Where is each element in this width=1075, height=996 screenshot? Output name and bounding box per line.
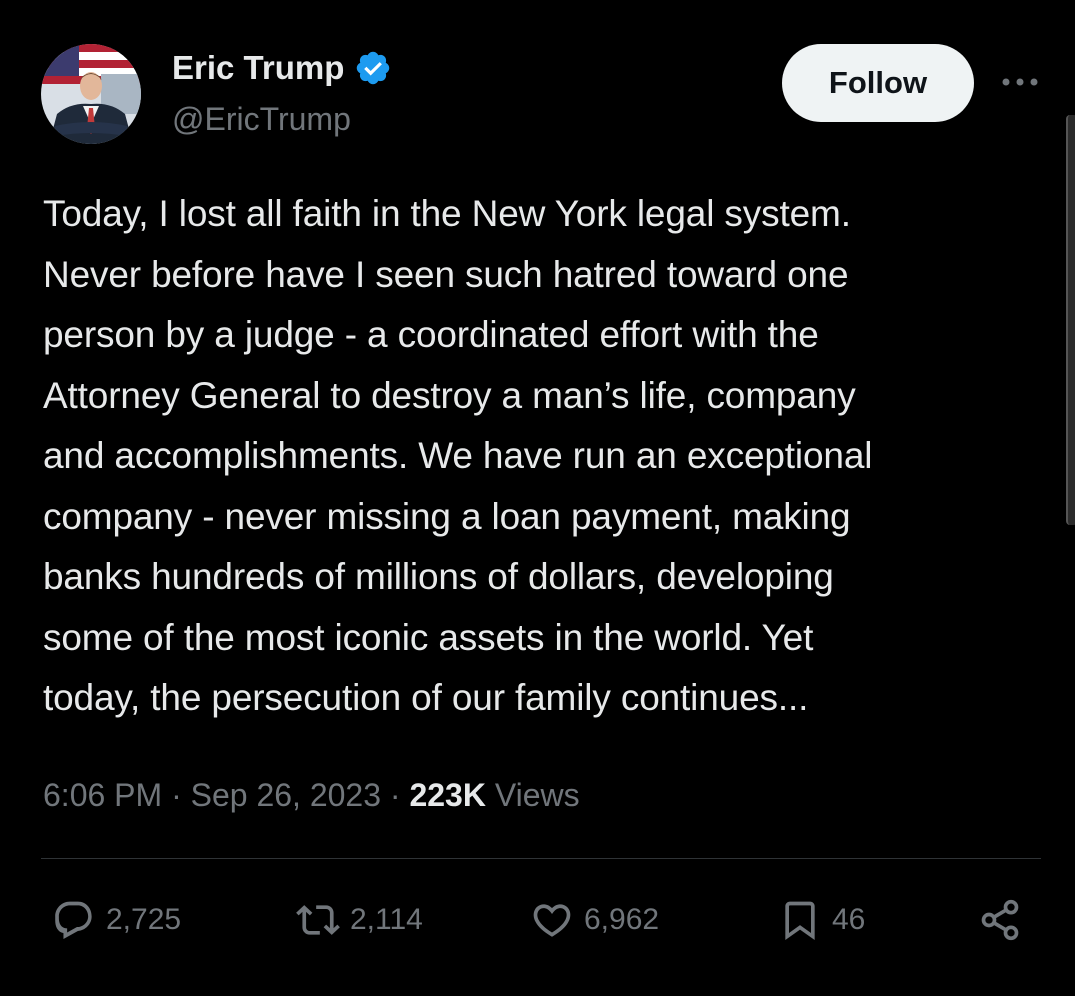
heart-icon	[530, 898, 574, 942]
repost-button[interactable]: 2,114	[296, 898, 423, 942]
bookmark-count: 46	[832, 903, 866, 936]
views-count[interactable]: 223K	[409, 777, 486, 813]
repost-icon	[296, 898, 340, 942]
views-label: Views	[494, 777, 580, 813]
meta-separator: ·	[171, 777, 191, 813]
follow-button[interactable]: Follow	[782, 44, 974, 122]
user-name-row[interactable]: Eric Trump	[172, 48, 392, 88]
tweet-text: Today, I lost all faith in the New York …	[43, 193, 873, 718]
tweet-meta: 6:06 PM · Sep 26, 2023 · 223K Views	[43, 775, 580, 815]
scrollbar[interactable]	[1066, 115, 1075, 525]
share-button[interactable]	[978, 898, 1022, 942]
reply-button[interactable]: 2,725	[52, 898, 181, 942]
like-button[interactable]: 6,962	[530, 898, 659, 942]
user-handle[interactable]: @EricTrump	[172, 100, 351, 138]
tweet-date[interactable]: Sep 26, 2023	[191, 777, 381, 813]
bookmark-icon	[778, 898, 822, 942]
display-name[interactable]: Eric Trump	[172, 48, 344, 88]
reply-count: 2,725	[106, 903, 182, 936]
divider	[41, 858, 1041, 859]
like-count: 6,962	[584, 903, 660, 936]
avatar[interactable]	[41, 44, 141, 144]
tweet-time[interactable]: 6:06 PM	[43, 777, 162, 813]
bookmark-button[interactable]: 46	[778, 898, 865, 942]
more-dots-icon[interactable]	[1000, 70, 1040, 94]
verified-badge-icon	[354, 49, 392, 87]
reply-icon	[52, 898, 96, 942]
repost-count: 2,114	[350, 903, 423, 936]
share-icon	[978, 898, 1022, 942]
avatar-image	[41, 44, 141, 144]
meta-separator: ·	[389, 777, 410, 813]
